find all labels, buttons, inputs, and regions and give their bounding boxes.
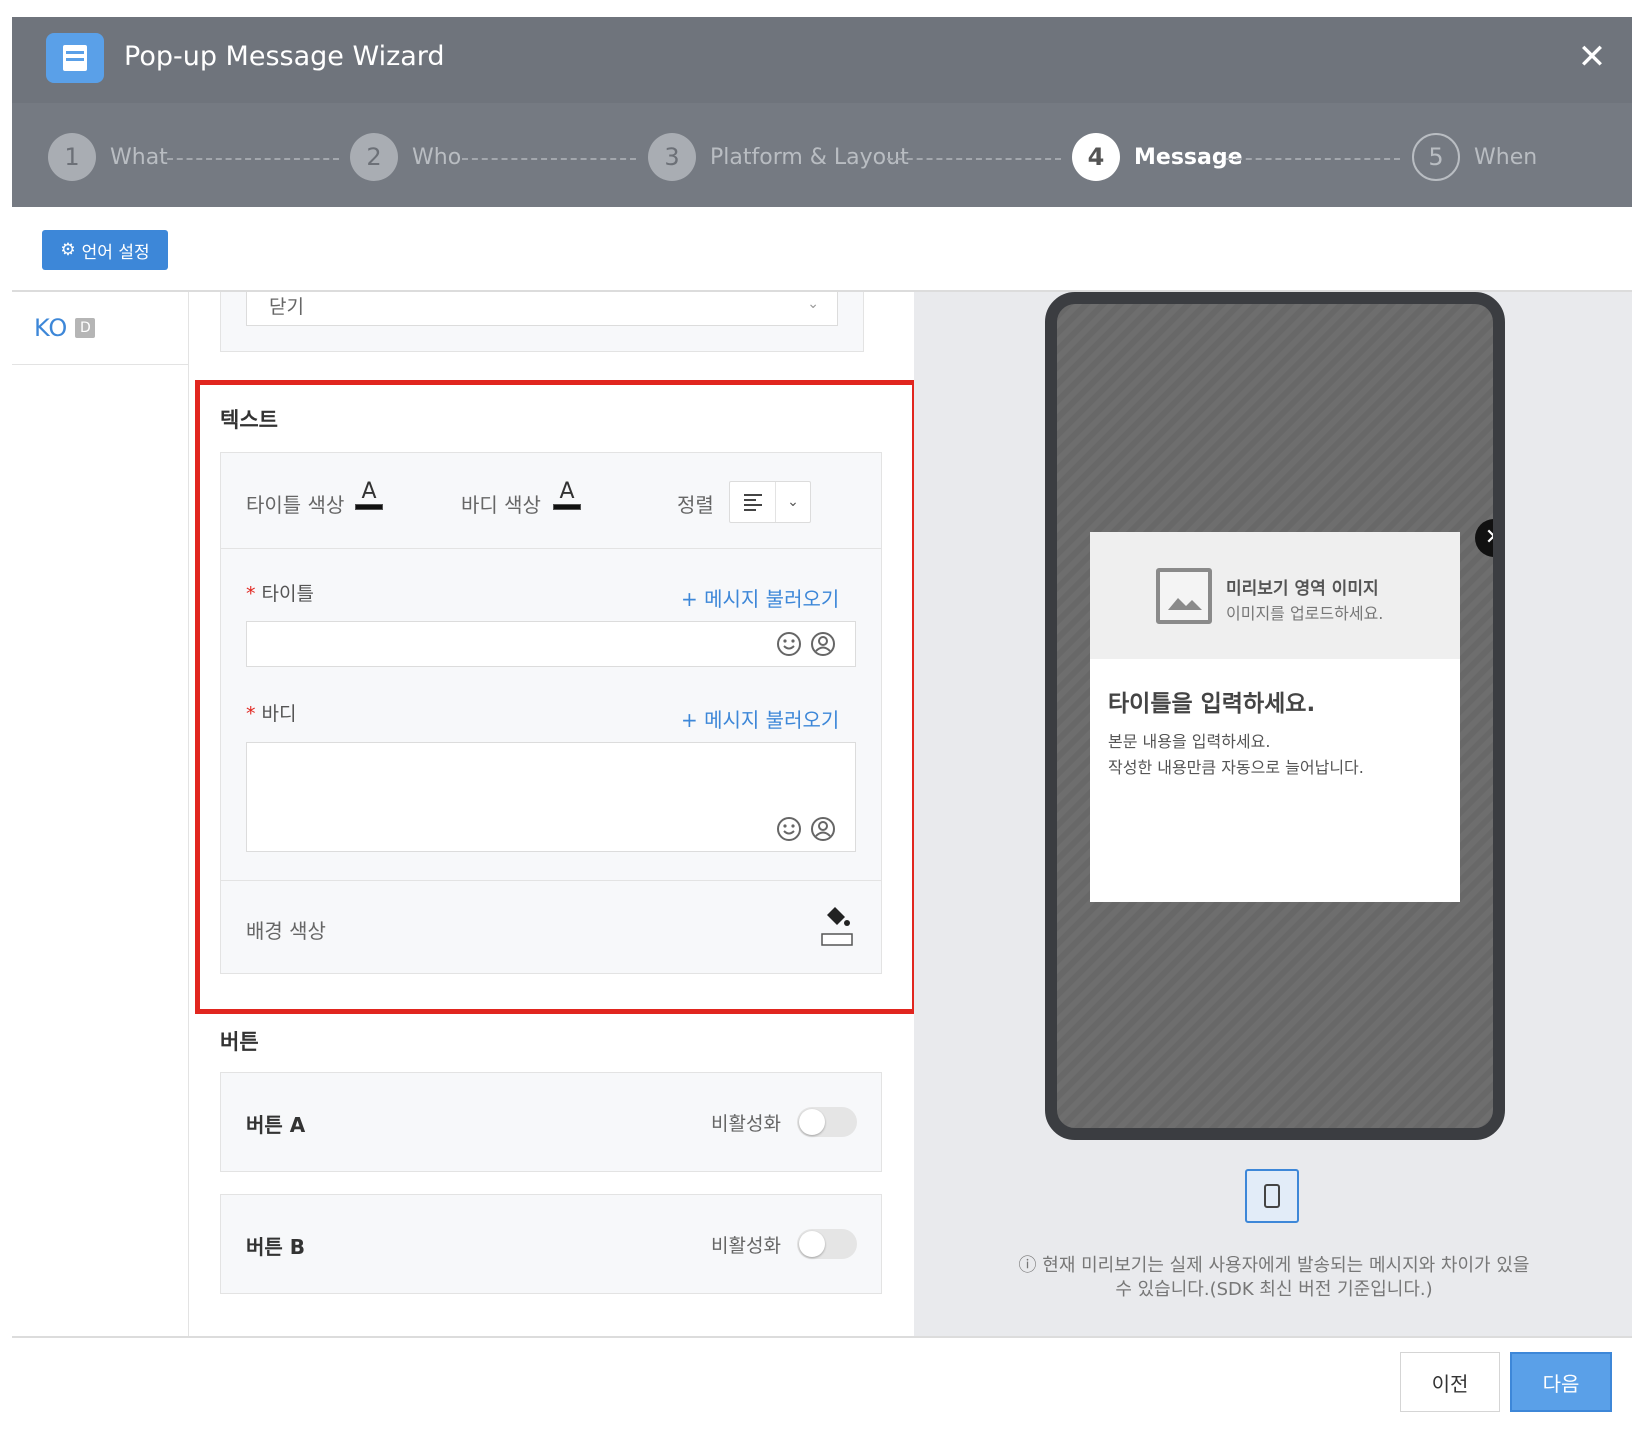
button-b-label: 버튼 B bbox=[246, 1235, 306, 1259]
language-settings-button[interactable]: ⚙ 언어 설정 bbox=[42, 230, 168, 270]
toggle-knob bbox=[799, 1109, 825, 1135]
stepper: 1 What 2 Who 3 Platform & Layout 4 Messa… bbox=[12, 103, 1632, 207]
step-number: 3 bbox=[648, 133, 696, 181]
popup-body-line: 본문 내용을 입력하세요. bbox=[1108, 732, 1271, 751]
footer-divider bbox=[12, 1336, 1632, 1338]
gear-icon: ⚙ bbox=[60, 240, 76, 260]
chevron-down-icon: ⌄ bbox=[807, 296, 819, 312]
step-what[interactable]: 1 What bbox=[48, 133, 168, 181]
step-platform-layout[interactable]: 3 Platform & Layout bbox=[648, 133, 909, 181]
next-button[interactable]: 다음 bbox=[1510, 1352, 1612, 1412]
popup-title: 타이틀을 입력하세요. bbox=[1108, 691, 1316, 717]
close-action-select[interactable]: 닫기 ⌄ bbox=[246, 292, 838, 326]
close-action-section: 닫기 ⌄ bbox=[220, 292, 864, 352]
document-icon bbox=[46, 33, 104, 83]
button-state-label: 비활성화 bbox=[711, 1235, 781, 1257]
close-icon[interactable]: ✕ bbox=[1572, 37, 1612, 77]
preview-panel: 미리보기 영역 이미지 이미지를 업로드하세요. 타이틀을 입력하세요. 본문 … bbox=[914, 292, 1632, 1336]
button-a-label: 버튼 A bbox=[246, 1113, 306, 1137]
step-connector bbox=[462, 158, 636, 160]
popup-preview: 미리보기 영역 이미지 이미지를 업로드하세요. 타이틀을 입력하세요. 본문 … bbox=[1090, 532, 1460, 902]
notice-line: ⓘ 현재 미리보기는 실제 사용자에게 발송되는 메시지와 차이가 있을 bbox=[1018, 1255, 1530, 1276]
step-number: 2 bbox=[350, 133, 398, 181]
step-when[interactable]: 5 When bbox=[1412, 133, 1537, 181]
button-section-heading: 버튼 bbox=[220, 1030, 259, 1054]
step-who[interactable]: 2 Who bbox=[350, 133, 461, 181]
step-label: Who bbox=[412, 144, 462, 170]
wizard-header: Pop-up Message Wizard ✕ 1 What 2 Who 3 P… bbox=[12, 17, 1632, 207]
close-icon[interactable]: ✕ bbox=[1475, 519, 1493, 557]
highlight-box bbox=[195, 380, 917, 1014]
image-placeholder: 미리보기 영역 이미지 이미지를 업로드하세요. bbox=[1090, 532, 1460, 659]
button-state-label: 비활성화 bbox=[711, 1113, 781, 1135]
popup-body-line: 작성한 내용만큼 자동으로 늘어납니다. bbox=[1108, 758, 1364, 777]
image-icon bbox=[1156, 568, 1212, 624]
image-placeholder-title: 미리보기 영역 이미지 bbox=[1226, 579, 1379, 599]
button-b-card: 버튼 B 비활성화 bbox=[220, 1194, 882, 1294]
phone-icon bbox=[1264, 1184, 1280, 1208]
toggle-knob bbox=[799, 1231, 825, 1257]
button-a-card: 버튼 A 비활성화 bbox=[220, 1072, 882, 1172]
language-list: KO D bbox=[12, 292, 189, 1336]
step-label: Platform & Layout bbox=[710, 144, 909, 170]
step-number: 4 bbox=[1072, 133, 1120, 181]
language-tab-ko[interactable]: KO D bbox=[12, 292, 189, 365]
button-b-toggle[interactable] bbox=[797, 1229, 857, 1259]
language-settings-label: 언어 설정 bbox=[81, 242, 150, 263]
step-label: When bbox=[1474, 144, 1538, 170]
phone-frame: 미리보기 영역 이미지 이미지를 업로드하세요. 타이틀을 입력하세요. 본문 … bbox=[1045, 292, 1505, 1140]
step-number: 1 bbox=[48, 133, 96, 181]
default-badge: D bbox=[75, 318, 96, 338]
step-label: What bbox=[110, 144, 168, 170]
step-connector bbox=[1226, 158, 1400, 160]
notice-line: 수 있습니다.(SDK 최신 버전 기준입니다.) bbox=[1115, 1279, 1433, 1300]
previous-button[interactable]: 이전 bbox=[1400, 1352, 1500, 1412]
wizard-title: Pop-up Message Wizard bbox=[124, 41, 445, 72]
preview-notice: ⓘ 현재 미리보기는 실제 사용자에게 발송되는 메시지와 차이가 있을 수 있… bbox=[994, 1254, 1554, 1302]
mobile-device-button[interactable] bbox=[1245, 1169, 1299, 1223]
language-code: KO bbox=[34, 314, 68, 342]
step-connector bbox=[167, 158, 339, 160]
image-placeholder-subtitle: 이미지를 업로드하세요. bbox=[1226, 604, 1384, 623]
title-bar: Pop-up Message Wizard ✕ bbox=[12, 17, 1632, 103]
step-message[interactable]: 4 Message bbox=[1072, 133, 1243, 181]
step-number: 5 bbox=[1412, 133, 1460, 181]
select-value: 닫기 bbox=[269, 296, 304, 318]
button-a-toggle[interactable] bbox=[797, 1107, 857, 1137]
step-label: Message bbox=[1134, 144, 1243, 170]
step-connector bbox=[887, 158, 1061, 160]
